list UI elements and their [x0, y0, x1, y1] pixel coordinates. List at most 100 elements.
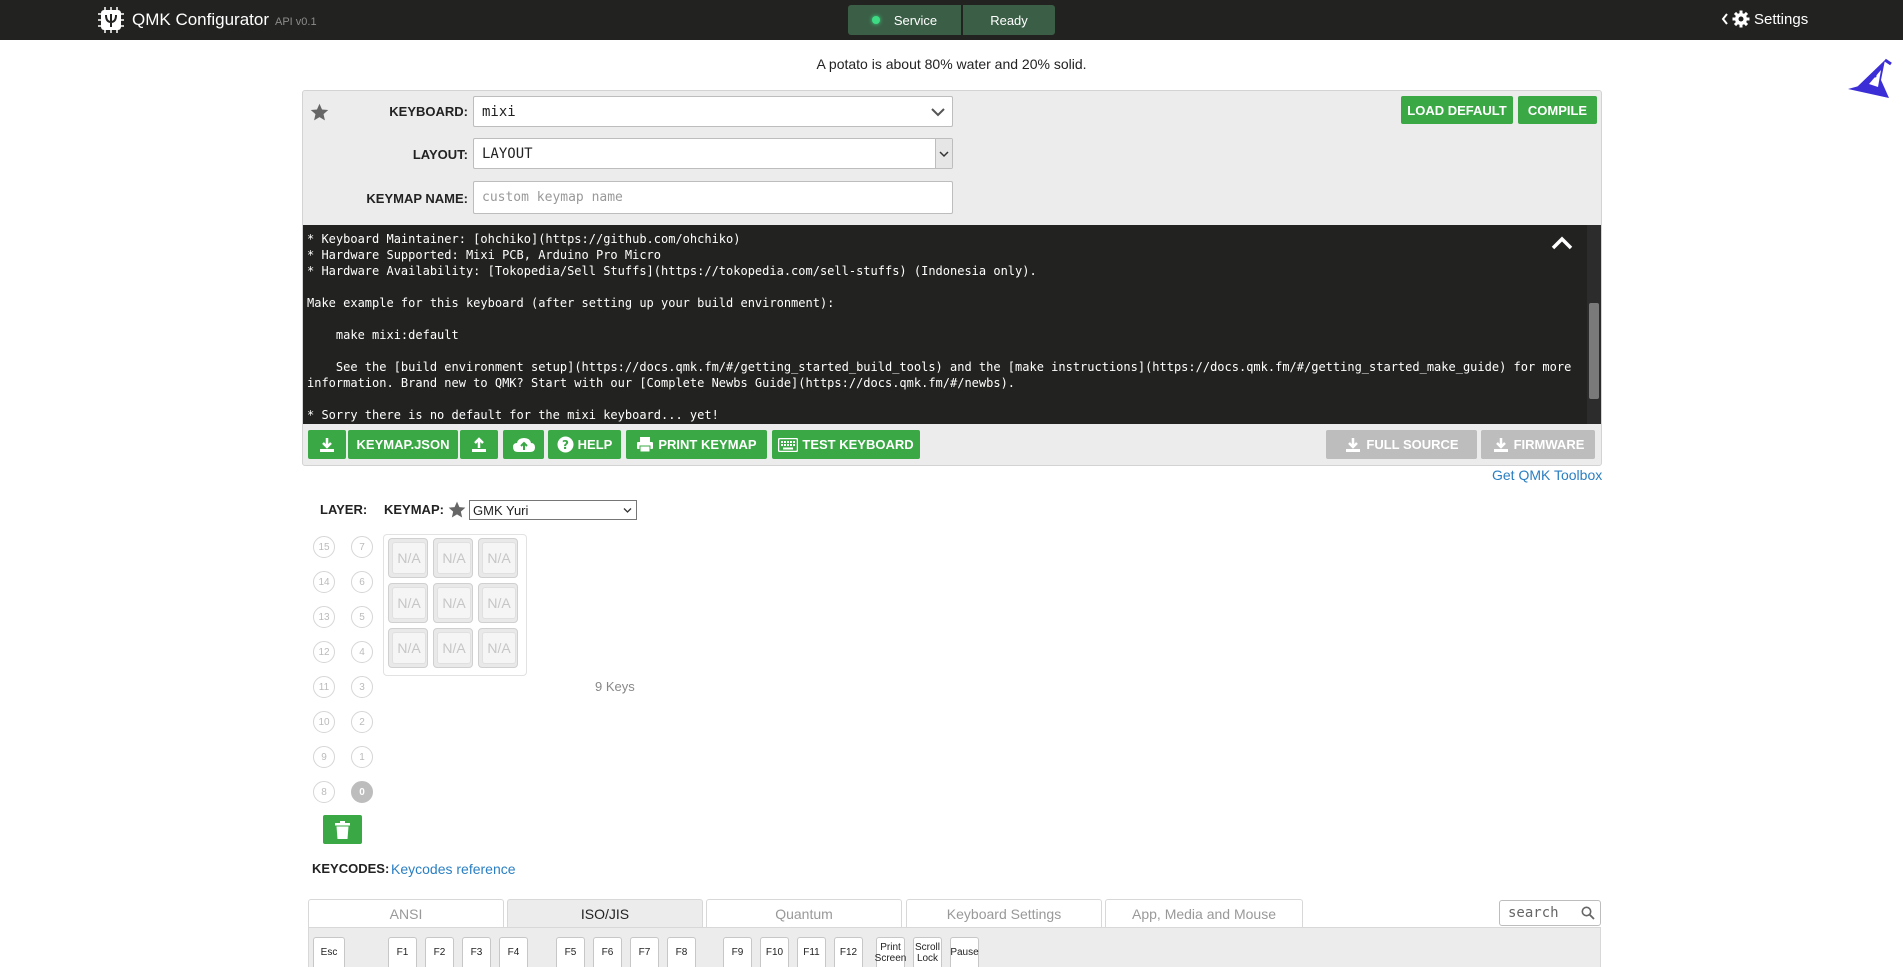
top-bar: QMK Configurator API v0.1 Service Ready … — [0, 0, 1903, 40]
test-keyboard-button[interactable]: TEST KEYBOARD — [772, 430, 920, 459]
key-label: N/A — [392, 632, 426, 664]
keycode-scroll-lock[interactable]: Scroll Lock — [913, 937, 942, 967]
layer-14-button[interactable]: 14 — [313, 571, 335, 593]
cloud-upload-icon — [512, 437, 535, 452]
key[interactable]: N/A — [388, 538, 428, 578]
keymap-json-label: KEYMAP.JSON — [348, 430, 458, 459]
status-dot-icon — [871, 16, 880, 24]
favorite-keymap-star-icon[interactable] — [447, 500, 467, 520]
keycode-f4[interactable]: F4 — [499, 937, 528, 967]
brand[interactable]: QMK Configurator API v0.1 — [98, 7, 317, 33]
settings-button[interactable]: Settings — [1720, 10, 1808, 28]
key[interactable]: N/A — [478, 538, 518, 578]
layer-8-button[interactable]: 8 — [313, 781, 335, 803]
keycodes-label: KEYCODES: — [312, 861, 390, 876]
status-indicator: Service Ready — [848, 5, 1055, 35]
chevron-left-icon — [1721, 13, 1728, 25]
keycode-f10[interactable]: F10 — [760, 937, 789, 967]
layer-5-button[interactable]: 5 — [351, 606, 373, 628]
keymap-theme-select[interactable]: GMK Yuri — [469, 500, 637, 520]
key[interactable]: N/A — [388, 628, 428, 668]
tab-app-media-mouse[interactable]: App, Media and Mouse — [1105, 899, 1303, 927]
search-placeholder: search — [1508, 905, 1559, 921]
keymap-name-input[interactable]: custom keymap name — [473, 181, 953, 214]
download-keymap-button[interactable] — [308, 430, 346, 459]
layer-15-button[interactable]: 15 — [313, 536, 335, 558]
clear-layer-button[interactable] — [323, 815, 362, 844]
keyboard-select[interactable]: mixi — [473, 96, 953, 127]
layer-1-button[interactable]: 1 — [351, 746, 373, 768]
keycode-pause[interactable]: Pause — [950, 937, 979, 967]
layer-4-button[interactable]: 4 — [351, 641, 373, 663]
console-scrollbar[interactable] — [1587, 225, 1601, 424]
layer-2-button[interactable]: 2 — [351, 711, 373, 733]
key-count: 9 Keys — [595, 679, 635, 694]
keycode-f6[interactable]: F6 — [593, 937, 622, 967]
key[interactable]: N/A — [433, 583, 473, 623]
test-keyboard-label: TEST KEYBOARD — [802, 437, 914, 452]
layer-6-button[interactable]: 6 — [351, 571, 373, 593]
load-default-button[interactable]: LOAD DEFAULT — [1401, 96, 1513, 124]
keycode-print-screen[interactable]: Print Screen — [875, 937, 906, 967]
print-keymap-button[interactable]: PRINT KEYMAP — [626, 430, 767, 459]
keycode-f9[interactable]: F9 — [723, 937, 752, 967]
layer-10-button[interactable]: 10 — [313, 711, 335, 733]
tab-quantum[interactable]: Quantum — [706, 899, 902, 927]
layer-12-button[interactable]: 12 — [313, 641, 335, 663]
keycode-f1[interactable]: F1 — [388, 937, 417, 967]
layout-label: LAYOUT: — [412, 147, 468, 162]
console-scroll-thumb[interactable] — [1589, 303, 1599, 399]
print-icon — [637, 437, 654, 453]
keycode-f5[interactable]: F5 — [556, 937, 585, 967]
keycode-esc[interactable]: Esc — [313, 937, 345, 967]
keymap-name-label: KEYMAP NAME: — [366, 191, 468, 206]
tab-iso-jis[interactable]: ISO/JIS — [507, 899, 703, 927]
keycode-f3[interactable]: F3 — [462, 937, 491, 967]
settings-label: Settings — [1754, 10, 1809, 28]
key[interactable]: N/A — [478, 583, 518, 623]
wizard-hat-icon[interactable] — [1845, 54, 1893, 98]
key[interactable]: N/A — [433, 628, 473, 668]
layer-11-button[interactable]: 11 — [313, 676, 335, 698]
status-ready-label: Ready — [990, 12, 1028, 28]
get-qmk-toolbox-link[interactable]: Get QMK Toolbox — [1492, 467, 1602, 483]
gear-icon — [1732, 10, 1750, 28]
keycode-f8[interactable]: F8 — [667, 937, 696, 967]
keycode-f12[interactable]: F12 — [834, 937, 863, 967]
tab-ansi[interactable]: ANSI — [308, 899, 504, 927]
key[interactable]: N/A — [433, 538, 473, 578]
chevron-down-icon — [623, 508, 632, 513]
upload-keymap-button[interactable] — [460, 430, 498, 459]
keycode-f11[interactable]: F11 — [797, 937, 826, 967]
key[interactable]: N/A — [478, 628, 518, 668]
chevron-up-icon[interactable] — [1549, 233, 1575, 253]
layer-3-button[interactable]: 3 — [351, 676, 373, 698]
full-source-button[interactable]: FULL SOURCE — [1326, 430, 1477, 459]
keycode-f2[interactable]: F2 — [425, 937, 454, 967]
qmk-logo-icon — [98, 7, 124, 33]
layer-13-button[interactable]: 13 — [313, 606, 335, 628]
console-output[interactable]: * Keyboard Maintainer: [ohchiko](https:/… — [303, 225, 1601, 424]
layer-7-button[interactable]: 7 — [351, 536, 373, 558]
layout-select-arrow[interactable] — [935, 139, 952, 168]
favorite-keyboard-star-icon[interactable] — [309, 102, 330, 123]
full-source-label: FULL SOURCE — [1366, 437, 1459, 452]
trash-icon — [335, 820, 350, 839]
layer-9-button[interactable]: 9 — [313, 746, 335, 768]
download-icon — [1346, 437, 1361, 452]
cloud-upload-button[interactable] — [503, 430, 544, 459]
tab-keyboard-settings[interactable]: Keyboard Settings — [906, 899, 1102, 927]
help-button[interactable]: ? HELP — [548, 430, 621, 459]
layout-select[interactable]: LAYOUT — [473, 138, 953, 169]
layer-0-button[interactable]: 0 — [351, 781, 373, 803]
key-label: N/A — [437, 632, 471, 664]
compile-button[interactable]: COMPILE — [1518, 96, 1597, 124]
keycode-f7[interactable]: F7 — [630, 937, 659, 967]
key[interactable]: N/A — [388, 583, 428, 623]
firmware-button[interactable]: FIRMWARE — [1481, 430, 1595, 459]
keycode-search-input[interactable]: search — [1499, 900, 1601, 926]
keycodes-reference-link[interactable]: Keycodes reference — [391, 861, 516, 877]
console-text: * Keyboard Maintainer: [ohchiko](https:/… — [307, 232, 1572, 422]
layer-label: LAYER: — [320, 502, 368, 517]
keymap-label: KEYMAP: — [384, 502, 444, 517]
